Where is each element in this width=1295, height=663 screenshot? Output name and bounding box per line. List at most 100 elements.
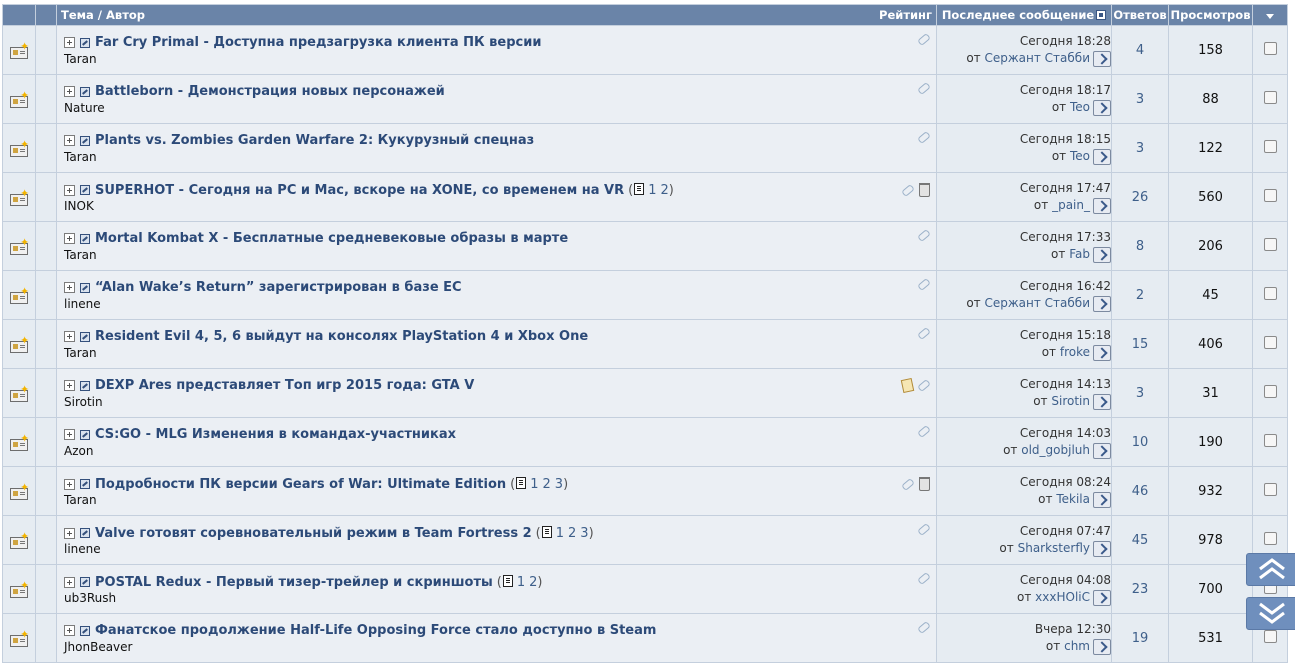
scroll-up-button[interactable] xyxy=(1246,553,1295,586)
go-to-first-new-post-icon[interactable] xyxy=(80,282,90,293)
sort-last-post[interactable]: Последнее сообщение xyxy=(942,8,1094,22)
sort-direction-icon[interactable] xyxy=(1096,9,1107,20)
go-to-last-post-icon[interactable] xyxy=(1093,540,1111,557)
sort-rating[interactable]: Рейтинг xyxy=(879,8,935,22)
thread-title-link[interactable]: SUPERHOT - Сегодня на PC и Mac, вскоре н… xyxy=(95,183,624,198)
go-to-last-post-icon[interactable] xyxy=(1093,50,1111,67)
page-link[interactable]: 1 xyxy=(556,526,564,541)
go-to-first-new-post-icon[interactable] xyxy=(80,233,90,244)
page-link[interactable]: 3 xyxy=(555,477,563,492)
replies-count[interactable]: 3 xyxy=(1111,123,1169,173)
sort-views[interactable]: Просмотров xyxy=(1168,4,1253,26)
go-to-last-post-icon[interactable] xyxy=(1093,589,1111,606)
thread-select-checkbox[interactable] xyxy=(1263,483,1277,496)
replies-count[interactable]: 3 xyxy=(1111,74,1169,124)
expand-plus-icon[interactable] xyxy=(64,576,75,588)
thread-select-checkbox[interactable] xyxy=(1263,189,1277,202)
thread-select-checkbox[interactable] xyxy=(1263,385,1277,398)
replies-count[interactable]: 15 xyxy=(1111,319,1169,369)
last-post-user[interactable]: Сержант Стабби xyxy=(984,51,1090,65)
thread-author[interactable]: Sirotin xyxy=(64,395,103,409)
replies-count[interactable]: 45 xyxy=(1111,515,1169,565)
thread-select-checkbox[interactable] xyxy=(1263,336,1277,349)
thread-author[interactable]: JhonBeaver xyxy=(64,640,132,654)
page-link[interactable]: 1 xyxy=(648,183,656,198)
last-post-user[interactable]: chm xyxy=(1064,639,1090,653)
replies-count[interactable]: 3 xyxy=(1111,368,1169,418)
last-post-user[interactable]: Tekila xyxy=(1056,492,1090,506)
last-post-user[interactable]: Teo xyxy=(1070,100,1090,114)
expand-plus-icon[interactable] xyxy=(64,380,75,391)
go-to-last-post-icon[interactable] xyxy=(1093,393,1111,410)
thread-author[interactable]: Taran xyxy=(64,248,97,262)
thread-select-checkbox[interactable] xyxy=(1263,238,1277,251)
go-to-last-post-icon[interactable] xyxy=(1093,442,1111,459)
header-last-post-col[interactable]: Последнее сообщение xyxy=(936,4,1112,26)
replies-count[interactable]: 19 xyxy=(1111,613,1169,663)
go-to-last-post-icon[interactable] xyxy=(1093,638,1111,655)
thread-author[interactable]: Nature xyxy=(64,101,105,115)
thread-select-checkbox[interactable] xyxy=(1263,532,1277,545)
thread-author[interactable]: Taran xyxy=(64,52,97,66)
go-to-last-post-icon[interactable] xyxy=(1093,344,1111,361)
expand-plus-icon[interactable] xyxy=(64,625,75,636)
go-to-last-post-icon[interactable] xyxy=(1093,246,1111,263)
replies-count[interactable]: 4 xyxy=(1111,25,1169,75)
last-post-user[interactable]: Sharksterfly xyxy=(1018,541,1090,555)
thread-author[interactable]: INOK xyxy=(64,199,94,213)
go-to-first-new-post-icon[interactable] xyxy=(80,625,90,636)
thread-select-checkbox[interactable] xyxy=(1263,42,1277,55)
thread-author[interactable]: Taran xyxy=(64,150,97,164)
thread-title-link[interactable]: Фанатское продолжение Half-Life Opposing… xyxy=(95,623,656,638)
page-link[interactable]: 2 xyxy=(543,477,551,492)
thread-title-link[interactable]: CS:GO - MLG Изменения в командах-участни… xyxy=(95,427,456,442)
go-to-first-new-post-icon[interactable] xyxy=(80,528,90,538)
chevron-down-icon[interactable] xyxy=(1266,14,1274,19)
thread-title-link[interactable]: Resident Evil 4, 5, 6 выйдут на консолях… xyxy=(95,329,588,344)
replies-count[interactable]: 26 xyxy=(1111,172,1169,222)
replies-count[interactable]: 10 xyxy=(1111,417,1169,467)
replies-count[interactable]: 46 xyxy=(1111,466,1169,516)
expand-plus-icon[interactable] xyxy=(64,282,75,293)
go-to-first-new-post-icon[interactable] xyxy=(80,479,90,489)
go-to-last-post-icon[interactable] xyxy=(1093,148,1111,165)
thread-title-link[interactable]: “Alan Wake’s Return” зарегистрирован в б… xyxy=(95,280,462,295)
last-post-user[interactable]: froke xyxy=(1060,345,1090,359)
expand-plus-icon[interactable] xyxy=(64,429,75,440)
expand-plus-icon[interactable] xyxy=(64,135,75,146)
go-to-first-new-post-icon[interactable] xyxy=(80,86,90,97)
go-to-first-new-post-icon[interactable] xyxy=(80,380,90,391)
thread-select-checkbox[interactable] xyxy=(1263,434,1277,447)
last-post-user[interactable]: old_gobjluh xyxy=(1021,443,1090,457)
replies-count[interactable]: 8 xyxy=(1111,221,1169,271)
go-to-first-new-post-icon[interactable] xyxy=(80,577,90,587)
thread-select-checkbox[interactable] xyxy=(1263,140,1277,153)
page-link[interactable]: 1 xyxy=(517,575,525,590)
thread-author[interactable]: linene xyxy=(64,542,101,556)
thread-title-link[interactable]: Battleborn - Демонстрация новых персонаж… xyxy=(95,84,445,99)
last-post-user[interactable]: Fab xyxy=(1069,247,1090,261)
go-to-last-post-icon[interactable] xyxy=(1093,99,1111,116)
thread-title-link[interactable]: Подробности ПК версии Gears of War: Ulti… xyxy=(95,477,506,492)
scroll-down-button[interactable] xyxy=(1246,597,1295,630)
thread-title-link[interactable]: Plants vs. Zombies Garden Warfare 2: Кук… xyxy=(95,133,534,148)
thread-author[interactable]: Taran xyxy=(64,493,97,507)
go-to-first-new-post-icon[interactable] xyxy=(80,429,90,440)
options-menu[interactable] xyxy=(1252,4,1288,26)
expand-plus-icon[interactable] xyxy=(64,233,75,244)
go-to-first-new-post-icon[interactable] xyxy=(80,185,90,195)
expand-plus-icon[interactable] xyxy=(64,478,75,490)
last-post-user[interactable]: Сержант Стабби xyxy=(984,296,1090,310)
last-post-user[interactable]: Sirotin xyxy=(1051,394,1090,408)
expand-plus-icon[interactable] xyxy=(64,184,75,196)
sort-title-author[interactable]: Тема / Автор xyxy=(61,8,145,22)
replies-count[interactable]: 2 xyxy=(1111,270,1169,320)
expand-plus-icon[interactable] xyxy=(64,527,75,539)
page-link[interactable]: 1 xyxy=(530,477,538,492)
page-link[interactable]: 2 xyxy=(568,526,576,541)
thread-select-checkbox[interactable] xyxy=(1263,287,1277,300)
expand-plus-icon[interactable] xyxy=(64,86,75,97)
replies-count[interactable]: 23 xyxy=(1111,564,1169,614)
go-to-first-new-post-icon[interactable] xyxy=(80,331,90,342)
go-to-last-post-icon[interactable] xyxy=(1093,295,1111,312)
